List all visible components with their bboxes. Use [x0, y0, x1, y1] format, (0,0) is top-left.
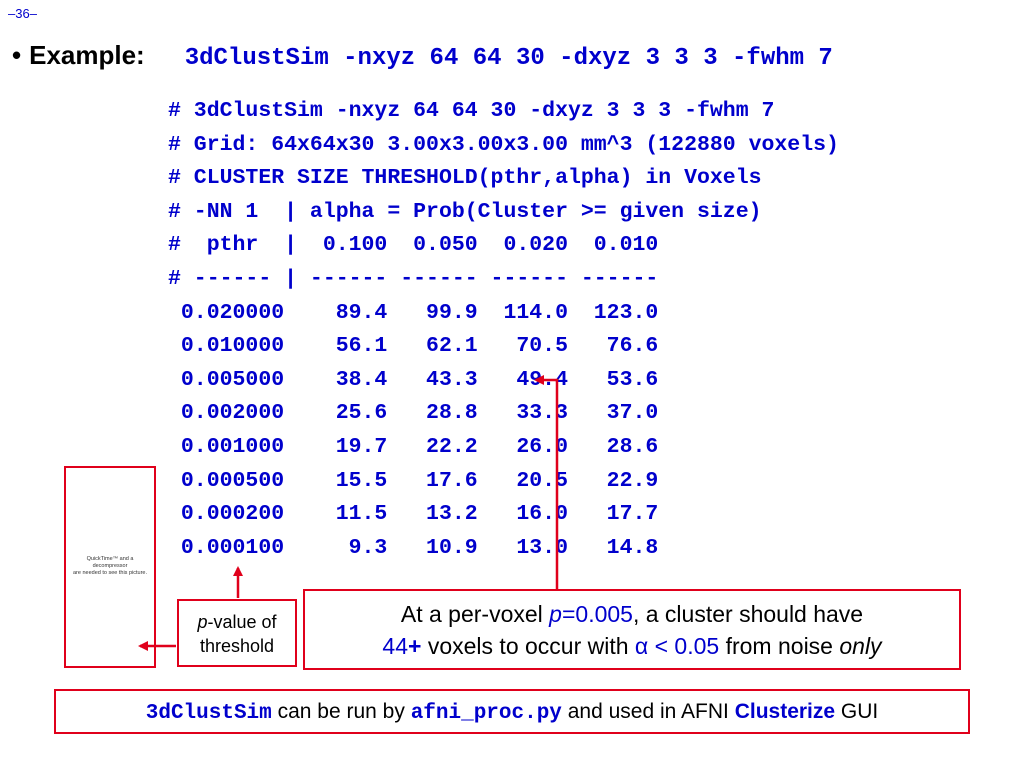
annotation-arrows: [138, 375, 559, 651]
arrow-to-cell-43-3: [534, 375, 559, 589]
